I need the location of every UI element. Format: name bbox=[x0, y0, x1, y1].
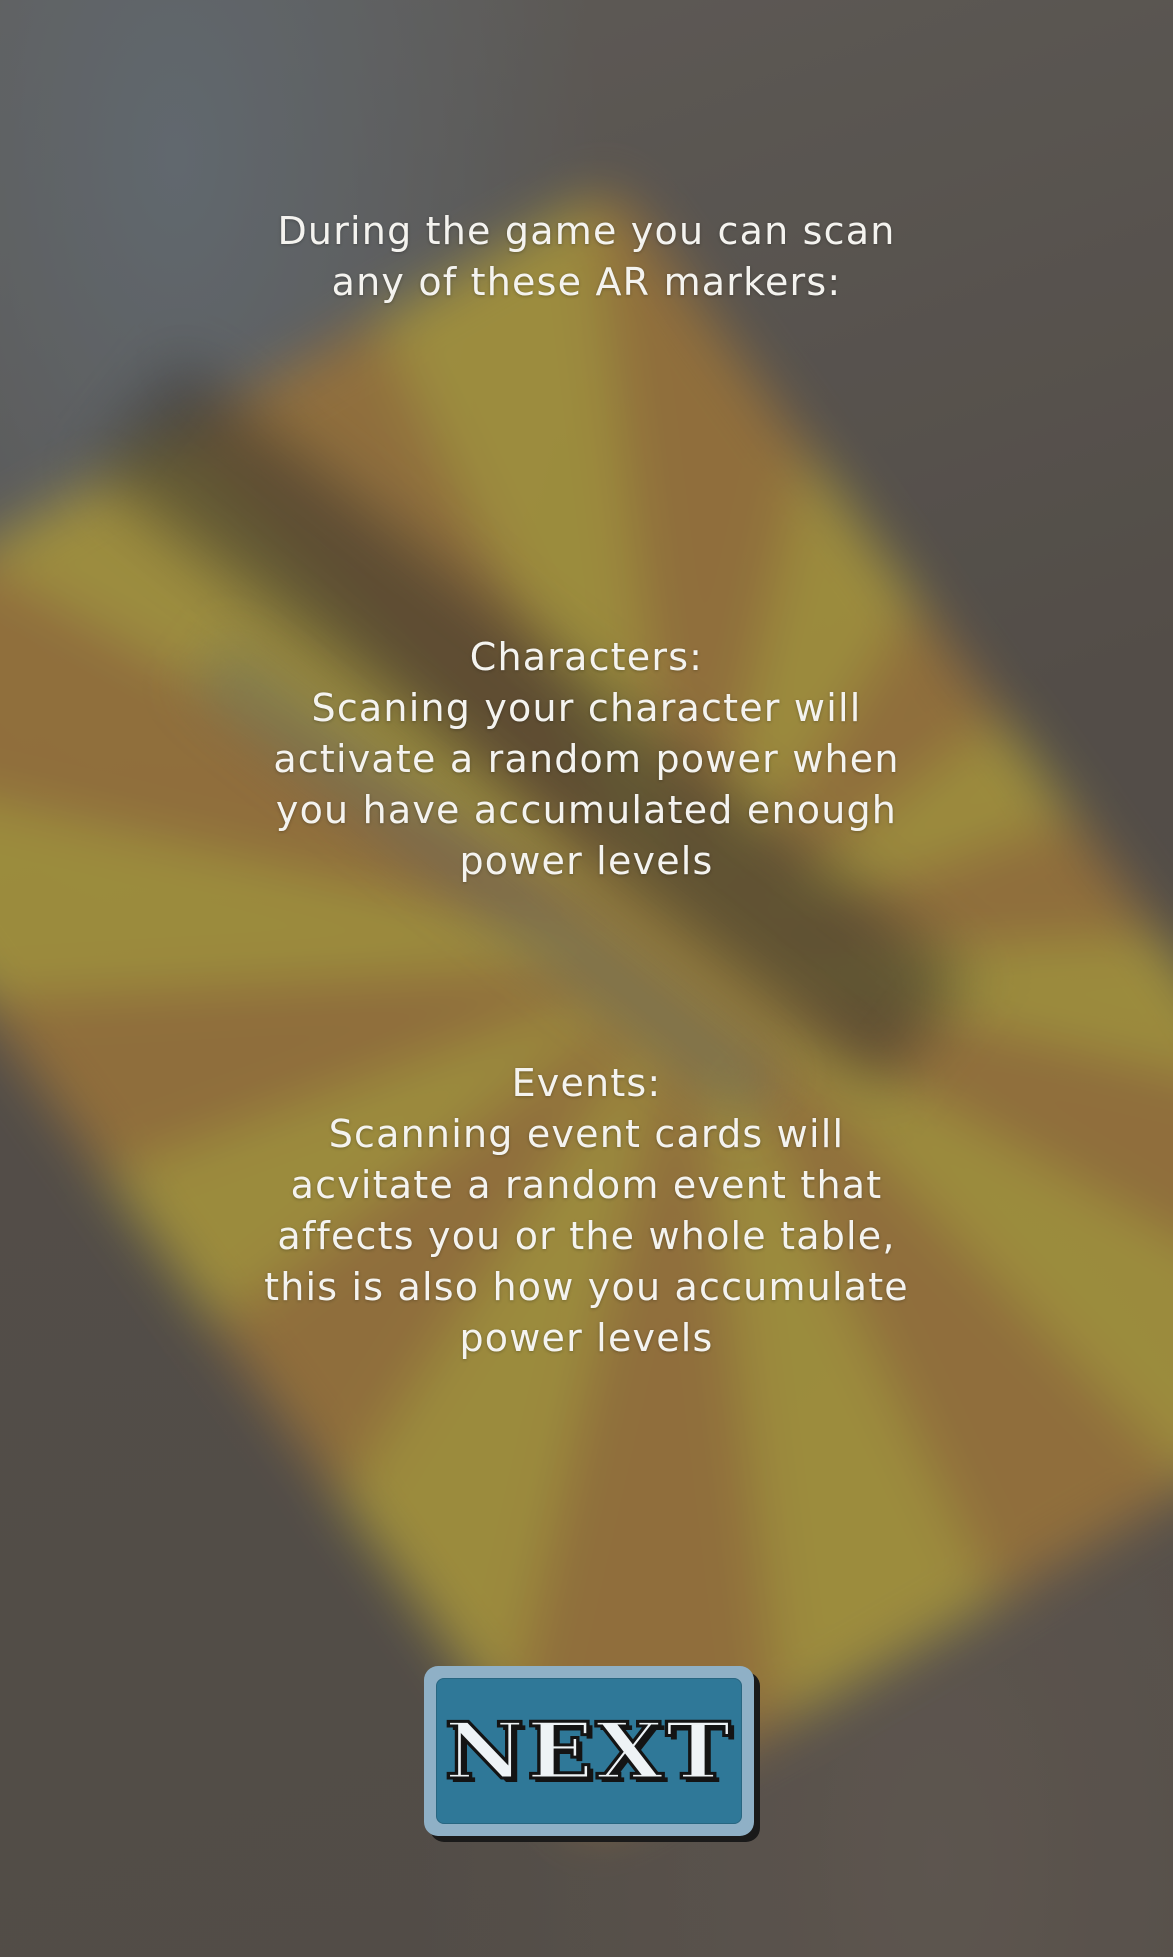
characters-description-line: power levels bbox=[459, 839, 714, 883]
characters-description-line: Scaning your character will bbox=[311, 686, 862, 730]
characters-description-line: you have accumulated enough bbox=[275, 788, 898, 832]
events-description-line: power levels bbox=[459, 1316, 714, 1360]
events-heading: Events: bbox=[511, 1061, 662, 1105]
intro-line: During the game you can scan bbox=[277, 209, 896, 253]
events-section: Events: Scanning event cards will acvita… bbox=[0, 1058, 1173, 1364]
events-description-line: acvitate a random event that bbox=[290, 1163, 883, 1207]
intro-text: During the game you can scan any of thes… bbox=[0, 206, 1173, 308]
next-button[interactable]: NEXT bbox=[424, 1666, 754, 1836]
events-description-line: this is also how you accumulate bbox=[264, 1265, 909, 1309]
next-button-label: NEXT bbox=[443, 1704, 734, 1798]
characters-heading: Characters: bbox=[469, 635, 704, 679]
events-description-line: Scanning event cards will bbox=[328, 1112, 845, 1156]
intro-line: any of these AR markers: bbox=[331, 260, 842, 304]
events-description-line: affects you or the whole table, bbox=[277, 1214, 896, 1258]
characters-section: Characters: Scaning your character will … bbox=[0, 632, 1173, 887]
next-button-face[interactable]: NEXT bbox=[436, 1678, 742, 1824]
characters-description-line: activate a random power when bbox=[273, 737, 900, 781]
